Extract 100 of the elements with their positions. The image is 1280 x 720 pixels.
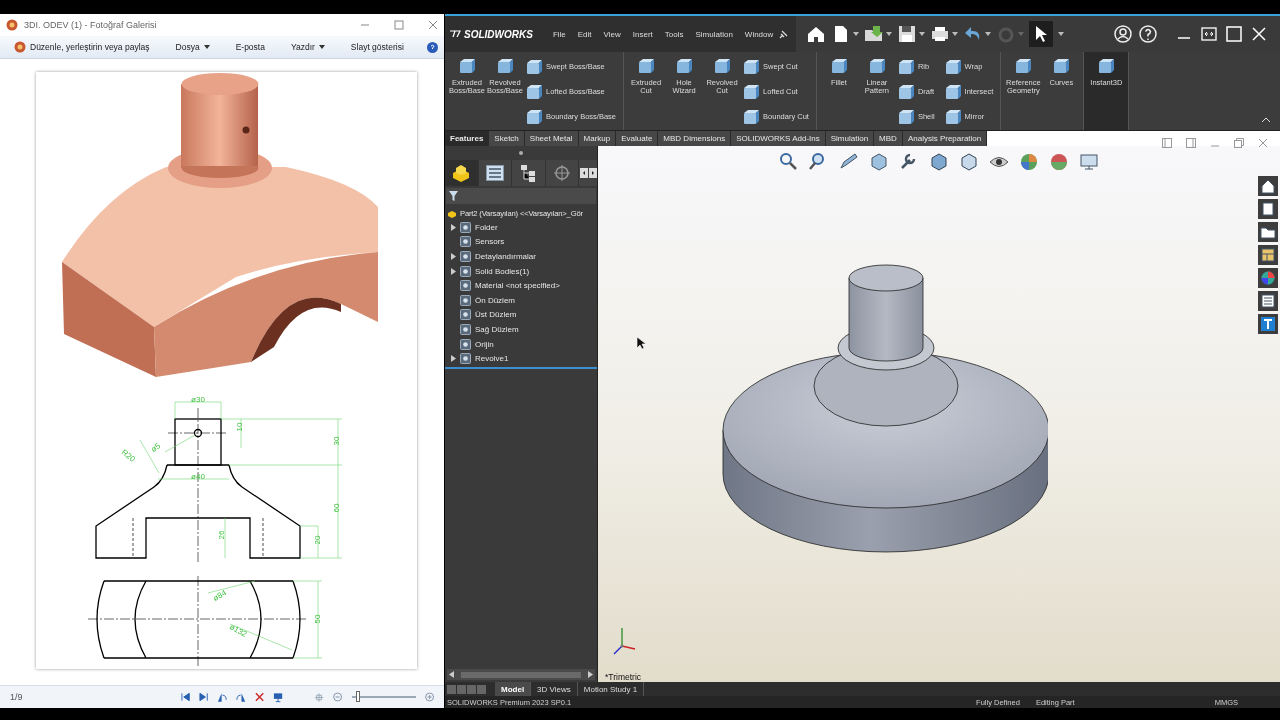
dimension-label: ø5 (149, 441, 163, 455)
menu-item[interactable]: Window (738, 29, 780, 39)
app-logo: SOLIDWORKS (464, 28, 533, 40)
restore-icon[interactable] (1199, 24, 1219, 44)
caret-icon (886, 32, 893, 36)
cube-icon[interactable] (869, 152, 889, 172)
cube-icon[interactable] (929, 152, 949, 172)
help-icon[interactable] (1138, 24, 1158, 44)
ribbon-tab[interactable]: Markup (578, 131, 617, 146)
ribbon-tab[interactable]: MBD (874, 131, 903, 146)
maximize-icon[interactable] (1224, 24, 1244, 44)
text-icon[interactable] (1260, 316, 1276, 332)
list-icon[interactable] (485, 165, 504, 181)
dimension-label: ø84 (211, 588, 229, 603)
home-icon[interactable] (806, 24, 827, 44)
panel-icon[interactable] (1186, 138, 1196, 148)
caret-icon (919, 32, 926, 36)
cube-icon[interactable] (959, 152, 979, 172)
ribbon-tab[interactable]: Sketch (489, 131, 525, 146)
tree-item[interactable]: Ön Düzlem (475, 295, 515, 305)
tree-item[interactable]: Orijin (475, 339, 494, 349)
tree-item[interactable]: Material <not specified> (475, 281, 560, 291)
pin-icon[interactable] (779, 29, 789, 39)
ribbon-tab[interactable]: MBD Dimensions (658, 131, 732, 146)
layout-icon[interactable] (1260, 247, 1276, 263)
rotate-left-icon[interactable] (216, 691, 227, 703)
seal-icon (6, 19, 18, 31)
expand-triangle-icon[interactable] (451, 355, 456, 363)
caret-icon (203, 45, 210, 49)
ribbon-tab[interactable]: Simulation (825, 131, 875, 146)
crosshair-icon[interactable] (552, 164, 571, 182)
filter-icon[interactable] (449, 191, 458, 201)
sphere-icon[interactable] (1019, 152, 1039, 172)
toolbar-button[interactable]: Slayt gösterisi (342, 40, 412, 54)
tree-item[interactable]: Solid Bodies(1) (475, 266, 530, 276)
menu-item[interactable]: Edit (571, 29, 598, 39)
monitor-icon[interactable] (1079, 152, 1099, 172)
ribbon-tab[interactable]: SOLIDWORKS Add-Ins (731, 131, 826, 146)
pencil-icon[interactable] (839, 152, 859, 172)
scroll-left-icon[interactable] (580, 168, 588, 178)
menu-item[interactable]: Tools (658, 29, 690, 39)
tree-item[interactable]: Sağ Düzlem (475, 324, 519, 334)
delete-icon[interactable] (255, 692, 265, 702)
printer-icon[interactable] (930, 24, 951, 44)
ribbon-tab[interactable]: Features (445, 131, 490, 146)
part-icon[interactable] (451, 163, 472, 183)
hierarchy-icon[interactable] (520, 164, 537, 182)
panel-icon[interactable] (1162, 138, 1172, 148)
menu-item[interactable]: File (546, 29, 572, 39)
tree-item[interactable]: Üst Düzlem (475, 310, 517, 320)
toolbar-button[interactable]: Düzenle, yerleştirin veya paylaş (6, 39, 158, 55)
menu-item[interactable]: Insert (626, 29, 659, 39)
scrollbar-thumb[interactable] (461, 671, 581, 678)
scroll-right-icon[interactable] (589, 168, 597, 178)
menu-item[interactable]: Simulation (689, 29, 739, 39)
slideshow-icon[interactable] (273, 691, 284, 703)
expand-triangle-icon[interactable] (451, 223, 456, 231)
tree-node-icon (460, 251, 471, 262)
block-icon (741, 57, 760, 76)
user-icon[interactable] (1113, 24, 1133, 44)
toolbar-button[interactable]: Dosya (167, 40, 218, 54)
tree-node-icon (460, 309, 471, 321)
seal-icon (14, 41, 26, 53)
scroll-right-icon[interactable] (588, 671, 593, 678)
logo-mark-icon (449, 29, 461, 39)
folder-icon[interactable] (1260, 224, 1276, 240)
tree-item[interactable]: Folder (475, 222, 498, 232)
tree-item[interactable]: Revolve1 (475, 354, 509, 364)
model-tab[interactable]: Model (495, 682, 532, 696)
dimension-label: ø132 (228, 622, 249, 639)
ribbon-tab[interactable]: Sheet Metal (524, 131, 579, 146)
floppy-icon[interactable] (897, 24, 918, 44)
tree-item[interactable]: Detaylandırmalar (475, 252, 536, 261)
list-icon[interactable] (1260, 293, 1276, 309)
dimension-label: R20 (119, 447, 137, 464)
dimension-label: 26 (217, 530, 227, 540)
tree-node-icon (460, 236, 471, 248)
folder-icon[interactable] (864, 24, 885, 44)
help-icon[interactable] (427, 41, 438, 53)
tree-item[interactable]: Sensors (475, 237, 505, 247)
ribbon-tab[interactable]: Analysis Preparation (902, 131, 988, 146)
toolbar-button[interactable]: E-posta (227, 40, 273, 54)
grip-icon[interactable] (519, 151, 523, 155)
toolbar-button[interactable]: Yazdır (282, 40, 333, 54)
ribbon-tab[interactable]: Evaluate (616, 131, 659, 146)
scroll-left-icon[interactable] (449, 671, 454, 678)
block-icon (524, 57, 542, 76)
part-icon (447, 208, 457, 218)
home-icon[interactable] (1260, 178, 1276, 194)
collapse-chevron-icon[interactable] (1262, 117, 1270, 122)
book-icon[interactable] (1260, 201, 1276, 217)
magnifier-icon[interactable] (779, 152, 799, 172)
block-icon (741, 107, 760, 126)
zoom-slider-thumb[interactable] (356, 691, 360, 702)
zoom-in-icon[interactable] (424, 692, 435, 702)
sphere-icon[interactable] (1049, 152, 1069, 172)
menu-item[interactable]: View (597, 29, 627, 39)
color-wheel-icon[interactable] (1260, 270, 1276, 286)
tree-node-icon (460, 294, 471, 306)
caret-icon (1018, 32, 1025, 36)
